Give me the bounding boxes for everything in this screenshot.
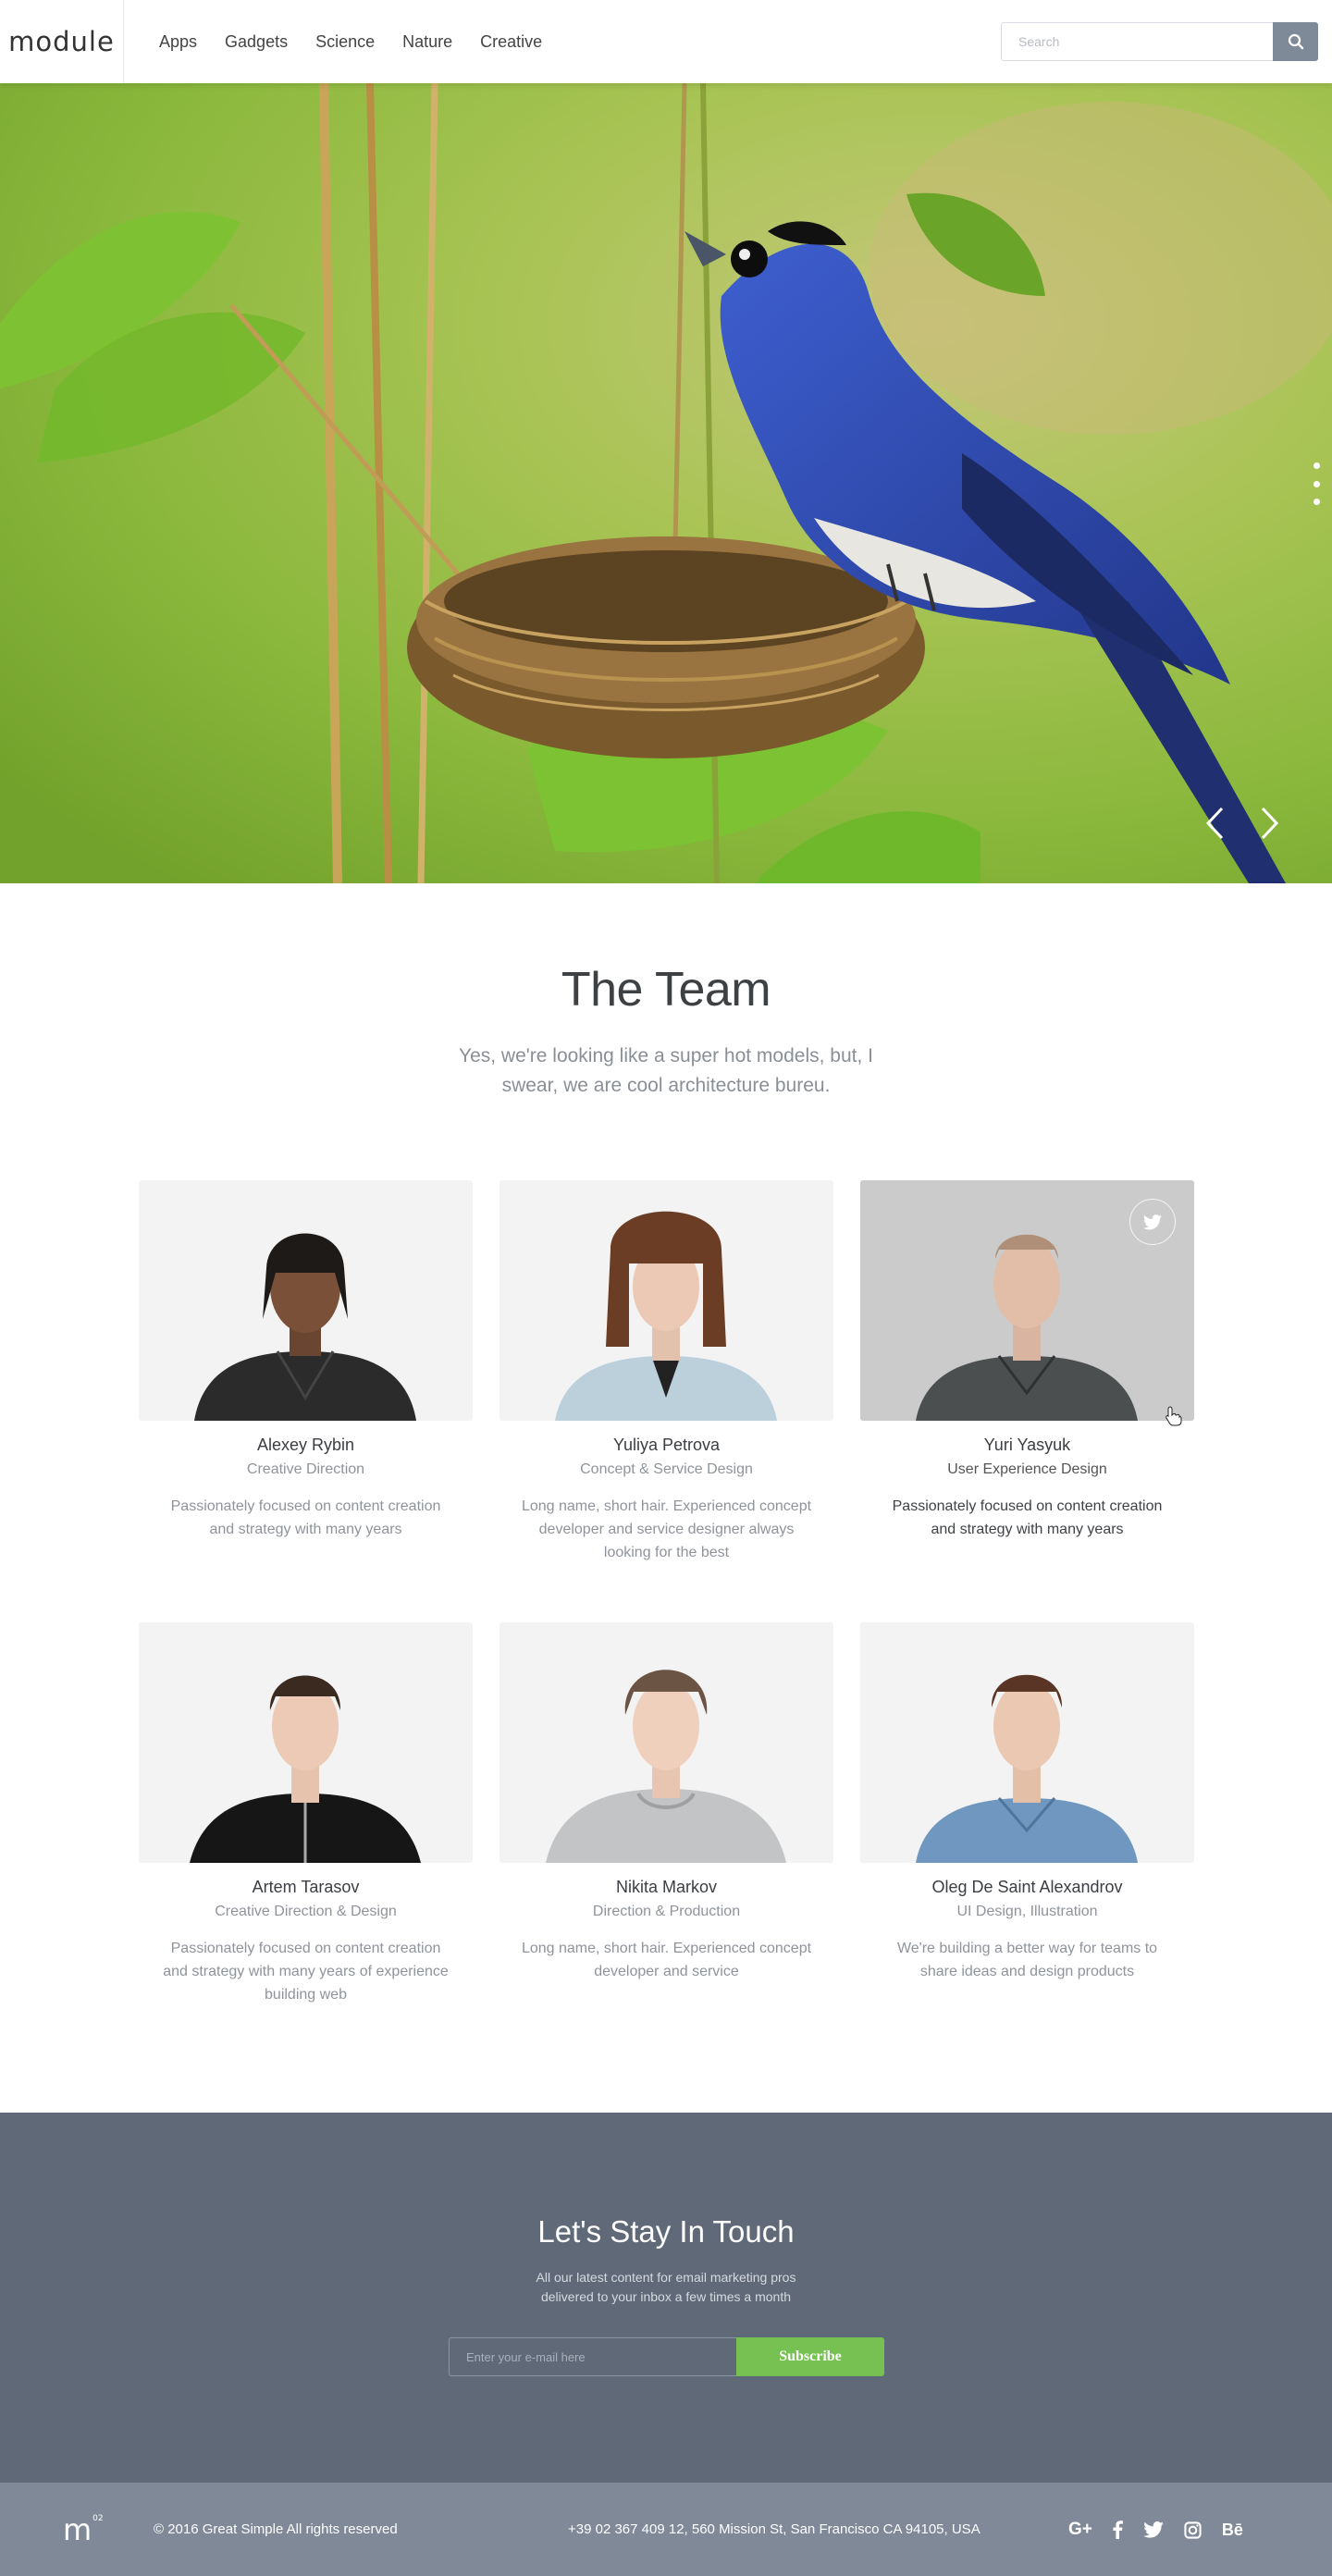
member-photo [860,1622,1194,1863]
footer-logo-letter: m [63,2512,92,2547]
member-bio: Passionately focused on content creation… [170,1498,441,1537]
facebook-icon[interactable] [1113,2521,1123,2539]
member-role: User Experience Design [947,1461,1107,1477]
member-bio: Long name, short hair. Experienced conce… [521,1941,812,1979]
member-photo [860,1180,1194,1421]
main-nav: Apps Gadgets Science Nature Creative [159,0,542,83]
member-portrait [546,1670,786,1863]
member-name: Artem Tarasov [252,1878,360,1896]
nav-link-apps[interactable]: Apps [159,32,197,52]
member-portrait [555,1211,777,1421]
nav-link-gadgets[interactable]: Gadgets [225,32,288,52]
member-portrait [190,1675,421,1863]
member-bio: Passionately focused on content creation… [163,1941,449,2003]
site-footer: m02 © 2016 Great Simple All rights reser… [0,2483,1332,2576]
member-role: Direction & Production [592,1904,741,1919]
dot [1313,480,1320,487]
member-photo [500,1180,833,1421]
team-card[interactable]: Alexey Rybin Creative Direction Passiona… [139,1180,473,1541]
behance-icon[interactable]: Bē [1222,2521,1243,2540]
member-photo [139,1180,473,1421]
google-plus-icon[interactable]: G+ [1068,2520,1092,2540]
member-photo [139,1622,473,1863]
member-name: Yuri Yasyuk [983,1436,1071,1454]
member-name: Nikita Markov [615,1878,718,1896]
member-bio: We're building a better way for teams to… [896,1941,1158,1979]
subscribe-button[interactable]: Subscribe [736,2337,884,2376]
nav-link-science[interactable]: Science [315,32,375,52]
social-links: G+ Bē [1068,2513,1243,2546]
newsletter-section: Let's Stay In Touch All our latest conte… [0,2113,1332,2483]
instagram-icon[interactable] [1184,2521,1202,2539]
member-bio: Passionately focused on content creation… [892,1498,1163,1537]
team-card[interactable]: Oleg De Saint Alexandrov UI Design, Illu… [860,1622,1194,1983]
copyright: © 2016 Great Simple All rights reserved [154,2521,398,2537]
chevron-left-icon [1205,807,1224,840]
chevron-right-icon [1261,807,1279,840]
subscribe-form: Subscribe [449,2337,884,2376]
email-field[interactable] [449,2337,736,2376]
team-card[interactable]: Yuliya Petrova Concept & Service Design … [500,1180,833,1564]
dot [1313,499,1320,505]
hero-slider [0,83,1332,883]
hand-cursor-icon [1166,1406,1182,1426]
slider-prev-button[interactable] [1199,805,1232,842]
nav-link-nature[interactable]: Nature [402,32,452,52]
footer-logo-sup: 02 [92,2514,104,2523]
slider-next-button[interactable] [1252,805,1286,842]
team-subtitle: Yes, we're looking like a super hot mode… [459,1045,873,1096]
member-bio: Long name, short hair. Experienced conce… [521,1498,812,1560]
hero-bird-image [0,83,1332,883]
site-header: module Apps Gadgets Science Nature Creat… [0,0,1332,83]
twitter-icon [1143,1214,1162,1229]
contact-address: +39 02 367 409 12, 560 Mission St, San F… [568,2521,980,2537]
newsletter-title: Let's Stay In Touch [537,2214,795,2249]
team-card[interactable]: Nikita Markov Direction & Production Lon… [500,1622,833,1983]
search-box [1001,22,1318,61]
member-photo [500,1622,833,1863]
dot [1313,462,1320,469]
member-portrait [194,1233,416,1421]
search-input[interactable] [1001,22,1273,61]
member-role: Concept & Service Design [580,1461,753,1477]
member-role: Creative Direction & Design [215,1904,397,1919]
footer-logo[interactable]: m02 [63,2512,104,2547]
member-portrait [916,1674,1138,1863]
member-role: UI Design, Illustration [956,1904,1098,1919]
twitter-icon[interactable] [1143,2521,1164,2538]
team-card[interactable]: Artem Tarasov Creative Direction & Desig… [139,1622,473,2006]
team-title: The Team [561,963,771,1017]
slide-options-dots[interactable] [1312,462,1321,505]
logo[interactable]: module [0,0,124,83]
search-icon [1288,33,1303,50]
nav-link-creative[interactable]: Creative [480,32,542,52]
member-role: Creative Direction [246,1461,365,1477]
member-name: Yuliya Petrova [612,1436,721,1454]
newsletter-subtitle: All our latest content for email marketi… [536,2270,796,2304]
member-name: Oleg De Saint Alexandrov [931,1878,1123,1896]
member-name: Alexey Rybin [256,1436,355,1454]
member-twitter-button[interactable] [1129,1199,1176,1245]
search-button[interactable] [1273,22,1318,61]
team-card-hover[interactable]: Yuri Yasyuk User Experience Design Passi… [860,1180,1194,1541]
